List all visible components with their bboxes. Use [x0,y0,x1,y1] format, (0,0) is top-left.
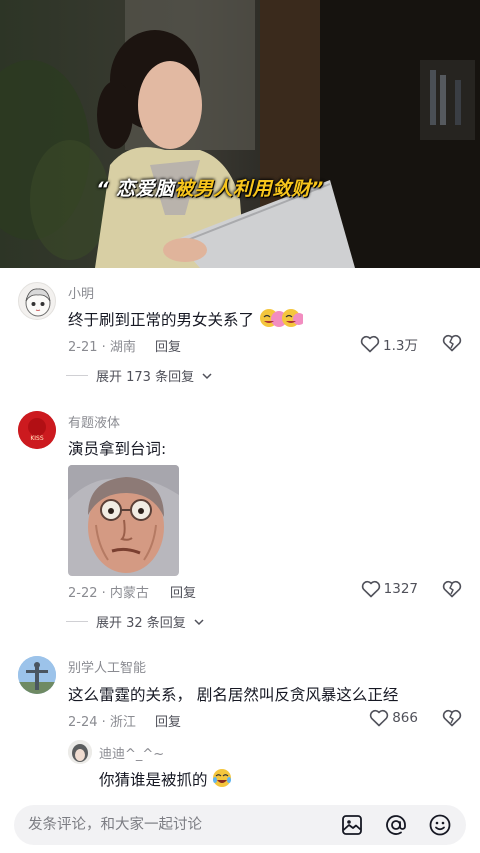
divider [66,375,88,376]
heart-icon [370,709,389,727]
at-icon [386,815,406,835]
dislike-button[interactable] [442,580,462,602]
reply-button[interactable]: 回复 [155,711,181,730]
emoji-button[interactable] [428,813,452,837]
comment-text: 这么雷霆的关系， 剧名居然叫反贪风暴这么正经 [68,686,399,704]
caption-white: “ 恋爱脑 [96,178,175,200]
expand-replies[interactable]: 展开 173 条回复 [66,366,212,385]
comment-input-pill[interactable] [14,805,466,845]
comment-image[interactable] [68,465,179,576]
like-button[interactable]: 1.3万 [360,334,418,354]
comment-item: KISS 有题液体 演员拿到台词: 2-22 · 内蒙古 回复 1327 展开 … [0,393,480,638]
heart-icon [361,580,380,598]
reply-button[interactable]: 回复 [155,336,181,355]
comment-username[interactable]: 小明 [68,283,94,302]
svg-text:KISS: KISS [30,435,44,442]
red-avatar-icon: KISS [18,411,56,449]
expand-replies-label: 展开 173 条回复 [96,370,195,385]
broken-heart-icon [442,334,462,352]
sub-reply-text: 你猜谁是被抓的 [99,768,232,792]
comment-text: 终于刷到正常的男女关系了 [68,308,305,332]
comment-text: 演员拿到台词: [68,440,167,458]
comment-item: 别学人工智能 这么雷霆的关系， 剧名居然叫反贪风暴这么正经 2-24 · 浙江 … [0,638,480,798]
like-count: 1.3万 [383,338,418,354]
tears-of-joy-emoji-icon [212,768,232,792]
dislike-button[interactable] [442,709,462,731]
dislike-button[interactable] [442,334,462,356]
broken-heart-icon [442,709,462,727]
comment-input-bar [0,798,480,853]
comment-date-location: 2-21 · 湖南 [68,340,136,355]
expand-replies[interactable]: 展开 32 条回复 [66,612,204,631]
video-frame [0,0,480,268]
expand-replies-label: 展开 32 条回复 [96,616,186,631]
emoji-icon [429,814,451,836]
like-count: 866 [392,710,418,726]
like-button[interactable]: 866 [369,709,418,727]
like-button[interactable]: 1327 [361,580,418,598]
statue-avatar-icon [18,656,56,694]
chevron-down-icon [202,372,212,379]
sub-reply-username[interactable]: 迪迪^_^~ [99,743,164,762]
like-count: 1327 [383,581,418,597]
comment-username[interactable]: 有题液体 [68,412,120,431]
laughing-crying-emoji-icon [259,308,305,332]
heart-icon [360,335,380,353]
chevron-down-icon [194,618,204,625]
comment-item: 小明 终于刷到正常的男女关系了 2-21 · 湖南 回复 1.3万 展开 173… [0,268,480,393]
avatar[interactable]: KISS [18,411,56,449]
divider [66,621,88,622]
comment-date-location: 2-22 · 内蒙古 [68,586,149,601]
broken-heart-icon [442,580,462,598]
video-player[interactable]: “ 恋爱脑被男人利用敛财” [0,0,480,268]
avatar[interactable] [18,282,56,320]
reply-button[interactable]: 回复 [170,582,196,601]
caption-highlight: 被男人利用敛财” [174,178,324,200]
meme-image [68,465,179,576]
avatar[interactable] [18,656,56,694]
comment-input[interactable] [28,805,328,845]
mention-button[interactable] [384,813,408,837]
image-icon [342,815,362,835]
image-button[interactable] [340,813,364,837]
sub-reply-avatar-icon [68,740,92,764]
video-caption: “ 恋爱脑被男人利用敛财” [0,174,420,201]
sub-reply-avatar[interactable] [68,740,92,764]
anime-avatar-icon [25,288,51,317]
comment-date-location: 2-24 · 浙江 [68,715,136,730]
comment-username[interactable]: 别学人工智能 [68,657,146,676]
